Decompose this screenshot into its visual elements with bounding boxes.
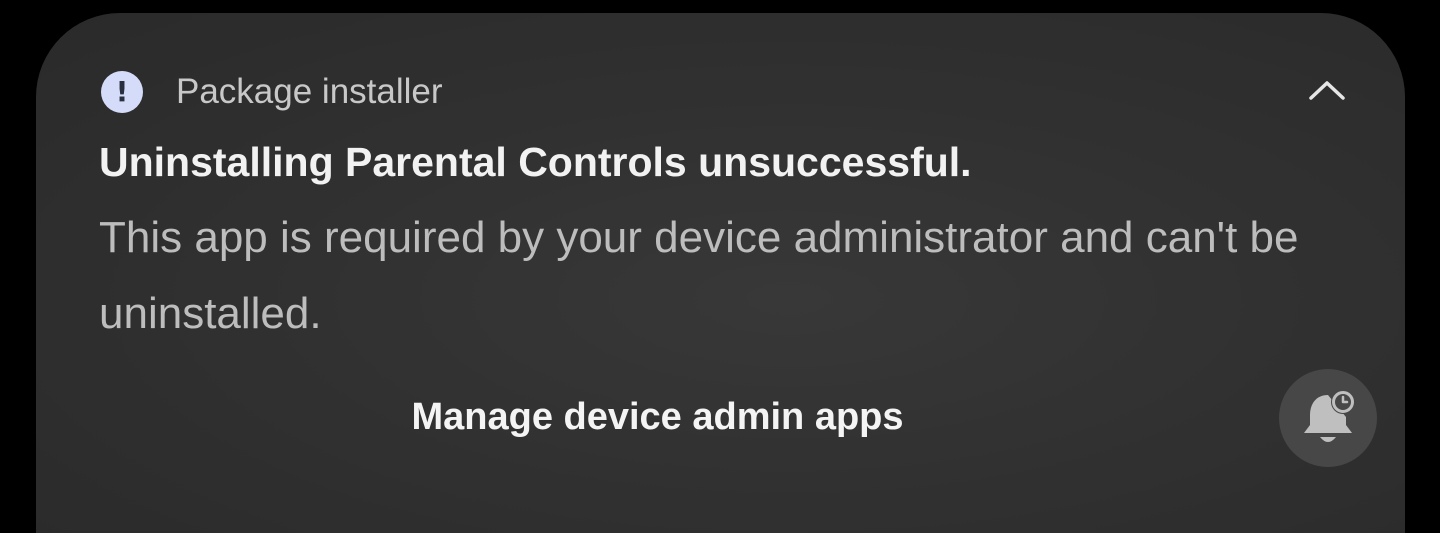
notification-body: This app is required by your device admi… [99, 213, 1299, 338]
manage-device-admin-apps-button[interactable]: Manage device admin apps [360, 384, 955, 450]
collapse-button[interactable] [1300, 68, 1354, 112]
chevron-up-icon [1309, 81, 1345, 100]
app-name: Package installer [176, 72, 443, 111]
notification-title: Uninstalling Parental Controls unsuccess… [99, 139, 972, 185]
exclamation-info-icon: ! [101, 71, 143, 113]
bell-snooze-icon [1304, 390, 1355, 442]
snooze-button[interactable] [1279, 369, 1377, 467]
